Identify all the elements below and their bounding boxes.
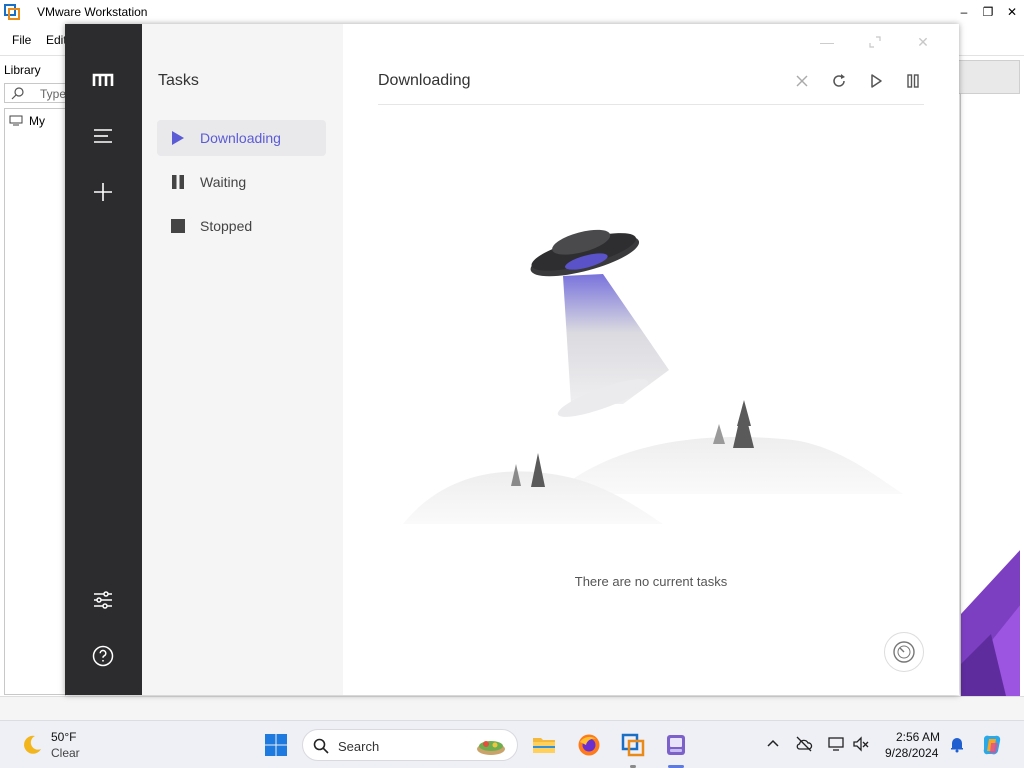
empty-state-illustration: [403, 229, 903, 524]
vmware-taskbar-icon[interactable]: [621, 733, 645, 757]
windows-taskbar: 50°F Clear Search 2:56 AM 9/28/2024: [0, 720, 1024, 768]
delete-task-button[interactable]: [791, 70, 812, 91]
vmware-window-title: VMware Workstation: [37, 5, 148, 19]
search-icon: [313, 738, 329, 754]
vmware-tab-strip: [958, 60, 1020, 94]
copilot-icon[interactable]: [980, 733, 1004, 757]
app-logo-icon: [89, 66, 117, 94]
search-highlight-icon: [477, 741, 505, 755]
vmware-library-panel: Library Type My: [0, 56, 74, 696]
motrix-window: Tasks Downloading Waiting Stopped — ✕ Do…: [65, 24, 959, 695]
help-icon[interactable]: [89, 642, 117, 670]
tree-item-my-computer[interactable]: My: [29, 114, 45, 128]
main-title: Downloading: [378, 72, 471, 89]
library-title: Library: [4, 63, 41, 77]
chevron-up-icon[interactable]: [764, 735, 782, 753]
task-toolbar: [791, 70, 923, 91]
task-filter-label: Waiting: [200, 174, 247, 190]
computer-icon: [9, 115, 23, 126]
cloud-off-icon[interactable]: [795, 735, 813, 753]
task-filter-waiting[interactable]: Waiting: [157, 164, 326, 200]
play-icon: [170, 130, 186, 146]
library-tree: My: [4, 108, 66, 695]
task-filter-stopped[interactable]: Stopped: [157, 208, 326, 244]
search-icon: [11, 87, 24, 100]
weather-temperature[interactable]: 50°F: [51, 730, 76, 744]
task-main-panel: — ✕ Downloading There are no current tas…: [343, 24, 959, 695]
refresh-icon[interactable]: [828, 70, 849, 91]
minimize-button[interactable]: –: [954, 3, 974, 21]
app-close-icon[interactable]: ✕: [899, 30, 947, 54]
notification-bell-icon[interactable]: [948, 735, 966, 753]
preferences-icon[interactable]: [89, 586, 117, 614]
clock-time[interactable]: 2:56 AM: [896, 730, 940, 744]
header-divider: [378, 104, 924, 105]
desktop-wallpaper: [960, 94, 1020, 696]
app-maximize-icon[interactable]: [851, 30, 899, 54]
menu-icon[interactable]: [89, 122, 117, 150]
maximize-button[interactable]: ❐: [978, 3, 998, 21]
search-placeholder: Search: [338, 739, 380, 754]
firefox-icon[interactable]: [577, 733, 601, 757]
speedometer-button[interactable]: [884, 632, 924, 672]
pause-all-icon[interactable]: [902, 70, 923, 91]
moon-weather-icon: [24, 735, 41, 754]
app-window-controls: — ✕: [803, 30, 947, 54]
speedometer-icon: [893, 641, 915, 663]
volume-muted-icon[interactable]: [852, 735, 870, 753]
tasks-title: Tasks: [158, 72, 199, 89]
network-icon[interactable]: [827, 735, 845, 753]
app-minimize-icon[interactable]: —: [803, 30, 851, 54]
task-filter-downloading[interactable]: Downloading: [157, 120, 326, 156]
task-filter-panel: Tasks Downloading Waiting Stopped: [142, 24, 343, 695]
menu-edit[interactable]: Edit: [46, 33, 67, 47]
stop-icon: [170, 218, 186, 234]
menu-file[interactable]: File: [12, 33, 31, 47]
library-search-input[interactable]: Type: [4, 83, 74, 103]
start-windows-icon[interactable]: [264, 733, 288, 757]
weather-description[interactable]: Clear: [51, 746, 80, 760]
motrix-taskbar-icon[interactable]: [664, 733, 688, 757]
vmware-statusbar: [0, 696, 1024, 720]
resume-all-icon[interactable]: [865, 70, 886, 91]
library-search-placeholder: Type: [40, 87, 67, 101]
empty-state-message: There are no current tasks: [574, 574, 728, 589]
task-filter-label: Stopped: [200, 218, 253, 234]
vmware-titlebar: VMware Workstation – ❐ ✕: [0, 0, 1024, 24]
taskbar-search-input[interactable]: Search: [302, 729, 518, 761]
file-explorer-icon[interactable]: [532, 733, 556, 757]
close-button[interactable]: ✕: [1002, 3, 1022, 21]
vmware-logo-icon: [4, 4, 20, 20]
clock-date[interactable]: 9/28/2024: [885, 746, 938, 760]
pause-icon: [170, 174, 186, 190]
task-filter-label: Downloading: [200, 130, 281, 146]
app-sidebar: [65, 24, 142, 695]
add-task-icon[interactable]: [89, 178, 117, 206]
